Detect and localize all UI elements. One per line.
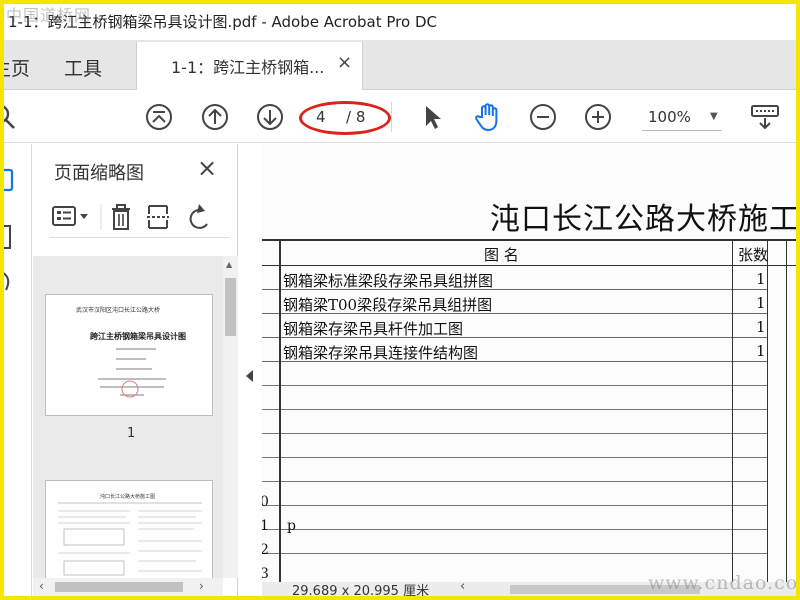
header-sheet-count: 张数 <box>738 246 769 264</box>
margin-mark-0: 0 <box>262 494 269 510</box>
thumbnail-vertical-scrollbar[interactable]: ▲ <box>223 256 238 578</box>
table-top-border <box>262 239 796 241</box>
table-row-line <box>262 481 767 482</box>
horizontal-scroll-thumb[interactable] <box>55 582 183 592</box>
drawing-list-table: 图 名 张数 钢箱梁标准梁段存梁吊具组拼图 1 钢箱梁T00梁段存梁吊具组拼图 … <box>262 239 796 582</box>
table-count-column-border <box>767 239 768 582</box>
watermark-top-left: 中国道桥网 <box>6 6 92 25</box>
search-icon <box>4 105 15 129</box>
row-2-count: 1 <box>756 294 766 312</box>
options-menu-icon[interactable] <box>52 206 88 226</box>
hand-tool-button[interactable] <box>472 91 504 143</box>
table-row-line <box>262 385 767 386</box>
margin-mark-2: 2 <box>262 542 269 558</box>
thumbnail-2-content <box>58 502 202 576</box>
left-tool-rail <box>4 144 32 596</box>
zoom-level-dropdown[interactable]: 100% ▼ <box>642 105 722 131</box>
zoom-level-value: 100% <box>648 108 691 126</box>
rotate-page-icon[interactable] <box>189 204 208 229</box>
prev-page-icon <box>202 104 228 130</box>
table-row-line <box>262 409 767 410</box>
zoom-in-icon <box>585 104 611 130</box>
previous-page-button[interactable] <box>200 91 230 143</box>
thumbnail-list[interactable]: 武汉市汉阳区沌口长江公路大桥 跨江主桥钢箱梁吊具设计图 1 沌口长江公路大桥施工… <box>33 256 223 578</box>
page-size-readout: 29.689 x 20.995 厘米 <box>292 584 430 596</box>
page-thumbnails-icon[interactable] <box>4 168 14 192</box>
scroll-left-arrow-icon[interactable]: ‹ <box>460 579 465 594</box>
margin-mark-1: 1 <box>262 518 269 534</box>
rail-icons <box>4 168 14 291</box>
table-row-line <box>262 553 767 554</box>
close-tab-button[interactable]: × <box>337 52 352 73</box>
header-drawing-name: 图 名 <box>484 246 519 264</box>
table-left-border <box>279 239 281 582</box>
scroll-up-arrow-icon[interactable]: ▲ <box>226 260 232 269</box>
acrobat-window: 1-1：跨江主桥钢箱梁吊具设计图.pdf - Adobe Acrobat Pro… <box>4 4 796 596</box>
tab-bar: 主页 工具 1-1：跨江主桥钢箱... × <box>4 40 796 90</box>
thumbnail-page-1[interactable]: 武汉市汉阳区沌口长江公路大桥 跨江主桥钢箱梁吊具设计图 <box>45 294 213 416</box>
thumbnail-1-page-number: 1 <box>127 426 136 441</box>
thumbnail-1-content <box>98 348 166 398</box>
row-1-count: 1 <box>756 270 766 288</box>
row-1-name: 钢箱梁标准梁段存梁吊具组拼图 <box>283 272 494 290</box>
collapse-panel-handle[interactable] <box>239 144 261 596</box>
table-row-line <box>262 457 767 458</box>
row-p-mark: p <box>287 518 296 534</box>
table-count-column-border <box>732 239 733 582</box>
table-row-line <box>262 433 767 434</box>
panel-title: 页面缩略图 <box>54 163 144 184</box>
table-row-line <box>262 529 767 530</box>
page-thumbnails-panel: 页面缩略图 × 武汉市汉阳区沌口长江公路大桥 跨江主桥钢箱梁吊具设计图 1 沌口… <box>33 144 238 596</box>
document-tab-label: 1-1：跨江主桥钢箱... <box>171 58 325 77</box>
scroll-left-arrow-icon[interactable]: ‹ <box>39 579 44 593</box>
select-cursor-icon <box>426 106 441 129</box>
row-2-name: 钢箱梁T00梁段存梁吊具组拼图 <box>283 296 493 314</box>
row-4-name: 钢箱梁存梁吊具连接件结构图 <box>283 344 479 362</box>
collapse-left-icon <box>246 370 253 382</box>
document-view[interactable]: 沌口长江公路大桥施工 图 名 张数 钢箱梁标准梁段存梁吊具组拼图 1 钢箱梁T0… <box>262 144 796 582</box>
next-page-icon <box>257 104 283 130</box>
table-right-border <box>786 239 787 582</box>
delete-page-icon[interactable] <box>112 204 130 230</box>
close-panel-button[interactable]: × <box>197 154 217 182</box>
search-button[interactable] <box>4 91 20 143</box>
zoom-out-icon <box>530 104 556 130</box>
table-header-border <box>262 265 796 266</box>
row-3-count: 1 <box>756 318 766 336</box>
chevron-down-icon: ▼ <box>710 111 718 122</box>
zoom-out-button[interactable] <box>528 91 558 143</box>
margin-mark-3: 3 <box>262 566 269 582</box>
tab-document[interactable]: 1-1：跨江主桥钢箱... × <box>136 42 363 90</box>
keyboard-scroll-button[interactable] <box>750 91 780 143</box>
window-title-bar: 1-1：跨江主桥钢箱梁吊具设计图.pdf - Adobe Acrobat Pro… <box>4 4 796 38</box>
thumbnail-page-2[interactable]: 沌口长江公路大桥施工图 <box>45 480 213 578</box>
zoom-in-button[interactable] <box>583 91 613 143</box>
extract-page-icon[interactable] <box>147 205 169 229</box>
panel-toolbar <box>49 202 229 238</box>
document-page-title: 沌口长江公路大桥施工 <box>490 202 796 237</box>
first-page-button[interactable] <box>144 91 174 143</box>
tab-home[interactable]: 主页 <box>4 54 30 81</box>
toolbar-divider <box>390 91 392 143</box>
next-page-button[interactable] <box>255 91 285 143</box>
select-tool-button[interactable] <box>422 91 444 143</box>
keyboard-scroll-icon <box>751 105 779 130</box>
hand-tool-icon <box>475 103 498 132</box>
row-3-name: 钢箱梁存梁吊具杆件加工图 <box>283 320 464 338</box>
red-annotation-ellipse <box>299 101 391 135</box>
watermark-bottom-right: www.cndao.com <box>648 572 796 594</box>
vertical-scroll-thumb[interactable] <box>225 278 236 336</box>
thumbnail-horizontal-scrollbar[interactable]: ‹ › <box>33 578 223 596</box>
first-page-icon <box>146 104 172 130</box>
bookmarks-icon[interactable] <box>4 225 11 249</box>
main-toolbar: 4 / 8 100% ▼ <box>4 91 796 143</box>
panel-tool-icons <box>52 204 208 230</box>
table-row-line <box>262 505 767 506</box>
tab-tools[interactable]: 工具 <box>64 54 102 81</box>
row-4-count: 1 <box>756 342 766 360</box>
attachments-icon[interactable] <box>4 272 10 291</box>
scroll-right-arrow-icon[interactable]: › <box>199 579 204 593</box>
